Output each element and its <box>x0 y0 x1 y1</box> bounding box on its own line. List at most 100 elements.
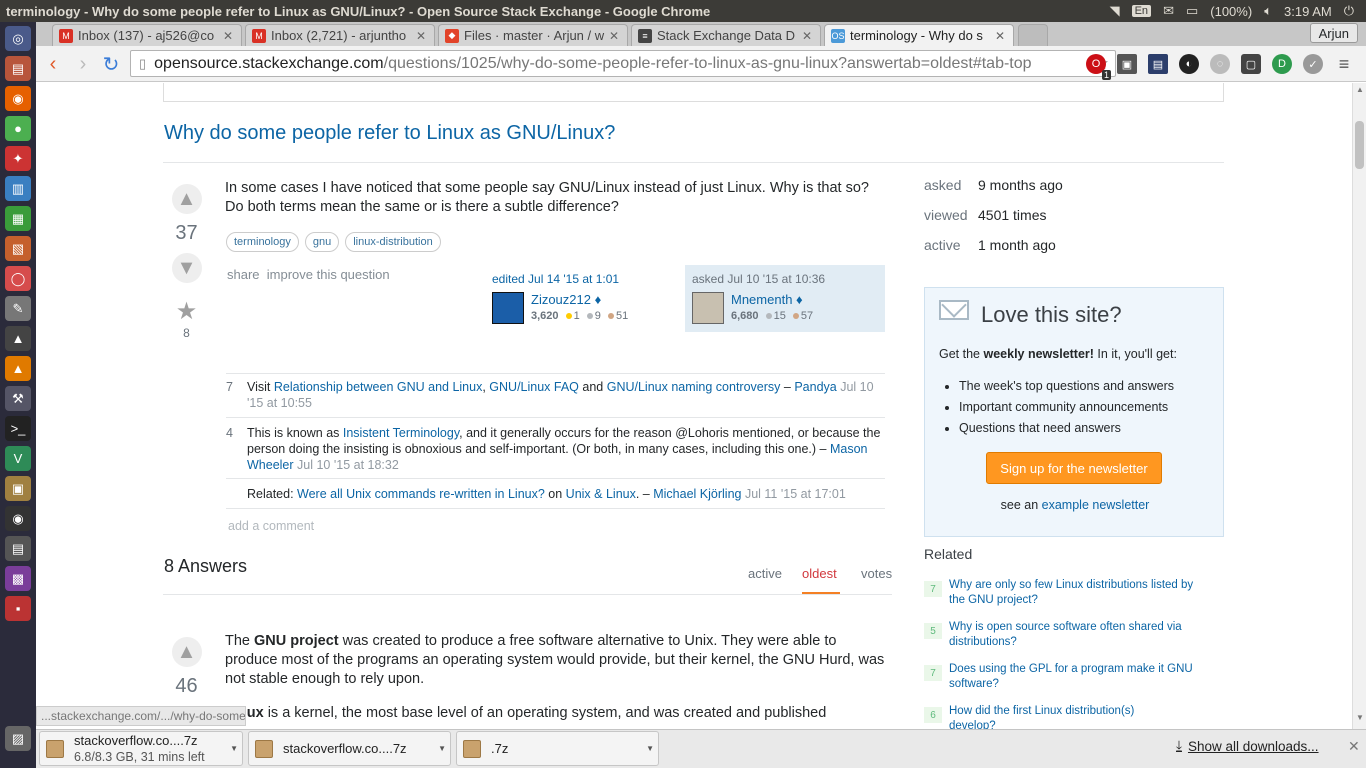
close-icon[interactable]: ✕ <box>995 29 1005 43</box>
app-icon-1[interactable]: ✦ <box>5 146 31 171</box>
newsletter-list: The week's top questions and answers Imp… <box>959 376 1174 439</box>
keyboard-layout[interactable]: En <box>1131 5 1152 17</box>
back-icon[interactable]: ‹ <box>40 51 66 77</box>
camera-icon[interactable]: ◉ <box>5 506 31 531</box>
battery-icon[interactable]: ▭ <box>1186 3 1198 19</box>
extension-icon-6[interactable]: D <box>1272 54 1292 74</box>
wifi-icon[interactable]: ◥ <box>1110 3 1120 19</box>
related-link[interactable]: Does using the GPL for a program make it… <box>949 662 1194 692</box>
comment-link[interactable]: Relationship between GNU and Linux <box>274 380 482 394</box>
download-item[interactable]: .7z ▼ <box>456 731 659 766</box>
question-title[interactable]: Why do some people refer to Linux as GNU… <box>164 122 615 145</box>
scroll-down-icon[interactable]: ▼ <box>1356 713 1364 722</box>
power-icon[interactable]: ⏻ <box>1344 3 1354 19</box>
chevron-down-icon[interactable]: ▼ <box>646 744 654 753</box>
comment-user[interactable]: Pandya <box>794 380 836 394</box>
extension-icon-7[interactable]: ✓ <box>1303 54 1323 74</box>
archive-icon[interactable]: ▣ <box>5 476 31 501</box>
download-item[interactable]: stackoverflow.co....7z 6.8/8.3 GB, 31 mi… <box>39 731 243 766</box>
vim-icon[interactable]: V <box>5 446 31 471</box>
forward-icon[interactable]: › <box>70 51 96 77</box>
mail-icon[interactable]: ✉ <box>1163 3 1174 19</box>
app-icon-2[interactable]: ◯ <box>5 266 31 291</box>
related-link[interactable]: Why is open source software often shared… <box>949 620 1209 650</box>
tab-data-explorer[interactable]: ≡ Stack Exchange Data D ✕ <box>631 24 821 46</box>
related-link[interactable]: Why are only so few Linux distributions … <box>949 578 1194 608</box>
comment-link[interactable]: Were all Unix commands re-written in Lin… <box>297 487 545 501</box>
page-scrollbar[interactable]: ▲ ▼ <box>1352 83 1366 729</box>
app-icon-3[interactable]: ▲ <box>5 326 31 351</box>
trash-icon[interactable]: ▨ <box>5 726 31 751</box>
avatar[interactable] <box>692 292 724 324</box>
extension-icon-1[interactable]: ▣ <box>1117 54 1137 74</box>
related-link[interactable]: How did the first Linux distribution(s) … <box>949 704 1159 729</box>
tab-current[interactable]: OS terminology - Why do s ✕ <box>824 24 1014 46</box>
chrome-icon[interactable]: ● <box>5 116 31 141</box>
close-icon[interactable]: ✕ <box>223 29 233 43</box>
dash-home-icon[interactable]: ◎ <box>5 26 31 51</box>
comment-link[interactable]: GNU/Linux FAQ <box>489 380 579 394</box>
tag[interactable]: linux-distribution <box>345 232 441 252</box>
app-icon-5[interactable]: ▤ <box>5 536 31 561</box>
extension-icon-4[interactable]: ◌ <box>1210 54 1230 74</box>
tab-oldest[interactable]: oldest <box>802 566 837 581</box>
menu-icon[interactable]: ≡ <box>1334 54 1354 74</box>
firefox-icon[interactable]: ◉ <box>5 86 31 111</box>
volume-icon[interactable]: 🔈︎ <box>1264 3 1272 19</box>
vlc-icon[interactable]: ▲ <box>5 356 31 381</box>
comment-link[interactable]: Unix & Linux <box>566 487 636 501</box>
text-editor-icon[interactable]: ✎ <box>5 296 31 321</box>
scroll-up-icon[interactable]: ▲ <box>1356 85 1364 94</box>
extension-icon-3[interactable]: ◐ <box>1179 54 1199 74</box>
tag[interactable]: gnu <box>304 232 340 252</box>
impress-icon[interactable]: ▧ <box>5 236 31 261</box>
new-tab-button[interactable] <box>1018 24 1048 46</box>
writer-icon[interactable]: ▥ <box>5 176 31 201</box>
show-all-downloads-link[interactable]: ⤓ Show all downloads... <box>1176 738 1319 754</box>
profile-button[interactable]: Arjun <box>1309 23 1358 43</box>
share-link[interactable]: share <box>227 267 260 282</box>
reload-icon[interactable]: ↻ <box>98 51 124 77</box>
clock[interactable]: 3:19 AM <box>1284 4 1332 19</box>
extension-icon-5[interactable]: ▢ <box>1241 54 1261 74</box>
app-icon-7[interactable]: ▪ <box>5 596 31 621</box>
close-icon[interactable]: ✕ <box>609 29 619 43</box>
tag[interactable]: terminology <box>226 232 299 252</box>
tab-gitlab[interactable]: ◆ Files · master · Arjun / w ✕ <box>438 24 628 46</box>
calc-icon[interactable]: ▦ <box>5 206 31 231</box>
comment-user[interactable]: Michael Kjörling <box>653 487 741 501</box>
example-newsletter-link[interactable]: example newsletter <box>1042 498 1150 512</box>
close-icon[interactable]: ✕ <box>1348 738 1360 755</box>
comment-link[interactable]: GNU/Linux naming controversy <box>607 380 781 394</box>
chevron-down-icon[interactable]: ▼ <box>438 744 446 753</box>
downvote-arrow-icon[interactable]: ▼ <box>171 253 202 283</box>
tab-gmail-2[interactable]: M Inbox (2,721) - arjuntho ✕ <box>245 24 435 46</box>
add-comment-link[interactable]: add a comment <box>228 519 314 533</box>
close-icon[interactable]: ✕ <box>416 29 426 43</box>
close-icon[interactable]: ✕ <box>802 29 812 43</box>
opera-icon[interactable]: O1 <box>1086 54 1111 80</box>
newsletter-signup-button[interactable]: Sign up for the newsletter <box>986 452 1162 484</box>
app-icon-6[interactable]: ▩ <box>5 566 31 591</box>
app-icon-4[interactable]: ⚒ <box>5 386 31 411</box>
battery-percent[interactable]: (100%) <box>1210 4 1252 19</box>
scroll-thumb[interactable] <box>1355 121 1364 169</box>
improve-link[interactable]: improve this question <box>267 267 390 282</box>
comment-link[interactable]: Insistent Terminology <box>343 426 459 440</box>
avatar[interactable] <box>492 292 524 324</box>
upvote-arrow-icon[interactable]: ▲ <box>171 637 202 667</box>
favorite-star-icon[interactable]: ★ <box>164 297 209 326</box>
extension-icon-2[interactable]: ▤ <box>1148 54 1168 74</box>
tab-active[interactable]: active <box>748 566 782 581</box>
download-item[interactable]: stackoverflow.co....7z ▼ <box>248 731 451 766</box>
terminal-icon[interactable]: >_ <box>5 416 31 441</box>
tab-gmail-1[interactable]: M Inbox (137) - aj526@co ✕ <box>52 24 242 46</box>
address-bar[interactable]: ▯ opensource.stackexchange.com /question… <box>130 50 1116 77</box>
files-icon[interactable]: ▤ <box>5 56 31 81</box>
chevron-down-icon[interactable]: ▼ <box>230 744 238 753</box>
user-name[interactable]: Mnementh ♦ <box>731 292 803 307</box>
tab-votes[interactable]: votes <box>861 566 892 581</box>
edited-time-link[interactable]: edited Jul 14 '15 at 1:01 <box>492 272 619 286</box>
user-name[interactable]: Zizouz212 ♦ <box>531 292 601 307</box>
upvote-arrow-icon[interactable]: ▲ <box>171 184 202 214</box>
